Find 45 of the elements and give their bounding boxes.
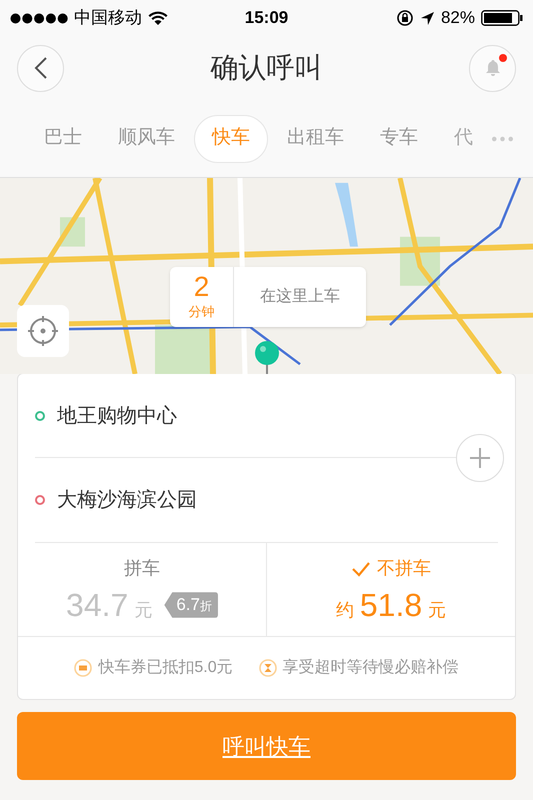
notice-text: 快车券已抵扣5.0元 [98, 658, 233, 678]
fare-option[interactable]: 拼车 34.7 元 6.7折 [18, 543, 267, 636]
battery-percent: 82% [440, 7, 475, 30]
transport-tab[interactable]: 出租车 [270, 114, 361, 162]
wifi-icon [148, 10, 168, 26]
fare-title: 拼车 [124, 557, 160, 580]
notification-button[interactable] [469, 44, 516, 92]
pickup-pin-icon [254, 340, 280, 374]
call-ride-button[interactable]: 呼叫快车 [17, 712, 516, 780]
clock-time: 15:09 [244, 7, 290, 30]
transport-tab[interactable]: 代 [437, 114, 490, 162]
add-stop-button[interactable] [456, 434, 504, 482]
transport-tab[interactable]: 专车 [363, 114, 435, 162]
transport-tab[interactable]: 快车 [194, 114, 268, 162]
page-title: 确认呼叫 [210, 51, 322, 85]
location-arrow-icon [420, 10, 435, 26]
rotation-lock-icon [396, 9, 414, 27]
fare-unit: 元 [428, 599, 446, 622]
locate-crosshair-icon [27, 315, 59, 347]
plus-icon [469, 447, 491, 469]
bell-icon [484, 59, 500, 77]
origin-address[interactable]: 地王购物中心 [57, 400, 177, 430]
locate-button[interactable] [17, 305, 69, 357]
signal-strength-icon [10, 12, 68, 24]
fare-option[interactable]: 不拼车 约 51.8 元 [267, 543, 515, 636]
eta-minutes: 2 [194, 272, 210, 302]
fare-title: 不拼车 [377, 557, 431, 580]
destination-address[interactable]: 大梅沙海滨公园 [57, 485, 197, 515]
discount-tag: 6.7折 [164, 592, 218, 618]
back-button[interactable] [17, 44, 64, 92]
pickup-label: 在这里上车 [259, 286, 341, 307]
transport-tab[interactable]: 巴士 [27, 114, 99, 162]
fare-unit: 元 [134, 599, 152, 622]
back-chevron-icon [34, 56, 48, 80]
fare-price: 34.7 [66, 586, 128, 624]
check-icon [351, 560, 371, 576]
eta-unit: 分钟 [188, 303, 214, 322]
transport-tab[interactable]: 顺风车 [101, 114, 192, 162]
ticket-icon [74, 659, 92, 677]
carrier-name: 中国移动 [74, 7, 142, 30]
hourglass-icon [258, 659, 277, 677]
fare-prefix: 约 [336, 599, 354, 622]
notice-text: 享受超时等待慢必赔补偿 [282, 658, 459, 678]
battery-icon [481, 10, 523, 26]
fare-price: 51.8 [360, 586, 422, 624]
